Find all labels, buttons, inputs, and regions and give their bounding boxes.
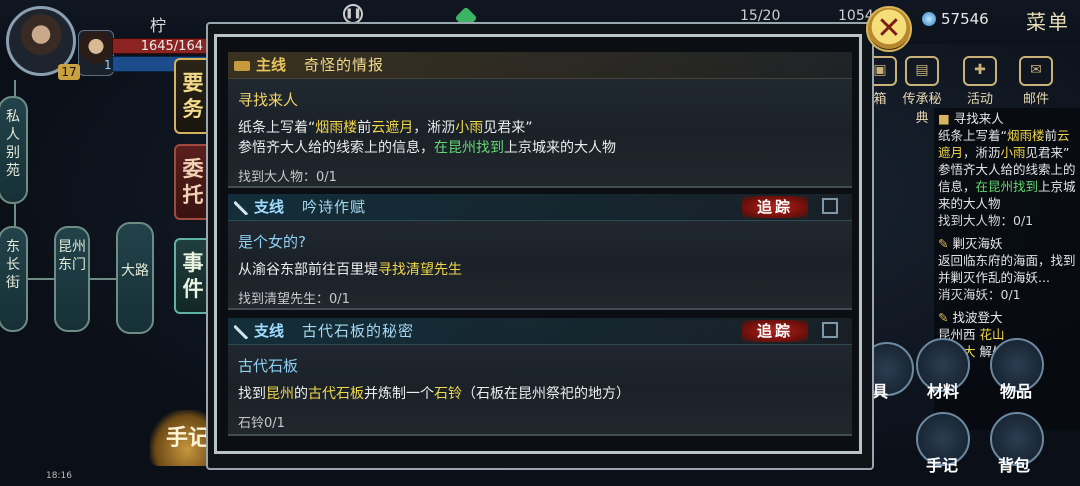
equipment-label: 具 xyxy=(872,382,889,401)
activity-button[interactable]: ✚ 活动 xyxy=(958,56,1002,107)
menu-button[interactable]: 菜单 xyxy=(1026,6,1070,35)
quest-progress: 找到清望先生：0/1 xyxy=(238,292,350,307)
map-path xyxy=(90,278,116,280)
desc-text: （石板在昆州祭祀的地方） xyxy=(462,386,630,402)
desc-text: 的 xyxy=(294,386,308,402)
desc-text: 上京城来的大人物 xyxy=(504,140,616,156)
player-name: 柠 xyxy=(150,16,167,35)
tracker-quest2-desc: 返回临东府的海面，找到并剿灭作乱的海妖... xyxy=(938,253,1076,285)
journal-round-label: 手记 xyxy=(926,456,959,475)
tr-text: 前 xyxy=(1044,128,1058,143)
desc-text: 找到 xyxy=(238,386,266,402)
quest-progress: 石铃0/1 xyxy=(238,416,285,431)
quest-description: 纸条上写着“烟雨楼前云遮月，淅沥小雨见君来” 参悟齐大人给的线索上的信息，在昆州找… xyxy=(238,118,842,158)
pause-icon[interactable]: ❚❚ xyxy=(343,4,363,24)
quest-name: 古代石板的秘密 xyxy=(302,322,415,340)
tr-hl: 小雨 xyxy=(1000,145,1026,160)
map-node-kunzhou-east-gate[interactable]: 昆州东门 xyxy=(54,226,90,332)
map-path xyxy=(14,204,16,228)
tracker-main-desc: 纸条上写着“烟雨楼前云遮月，淅沥小雨见君来” 参悟齐大人给的线索上的信息，在昆州找… xyxy=(934,127,1080,212)
close-icon: ✕ xyxy=(876,11,902,46)
mail-button[interactable]: ✉ 邮件 xyxy=(1014,56,1058,107)
book-icon: ▤ xyxy=(905,56,939,86)
desc-text: 从渝谷东部前往百里堤 xyxy=(238,262,378,278)
quest-step-title: 是个女的? xyxy=(238,233,306,251)
scroll-icon xyxy=(234,60,250,71)
feather-icon: ✎ xyxy=(938,310,953,325)
desc-text: 纸条上写着“ xyxy=(238,120,316,136)
quest-description: 从渝谷东部前往百里堤寻找清望先生 xyxy=(238,260,842,280)
status-time: 18:16 xyxy=(46,471,72,481)
feather-icon xyxy=(234,324,248,339)
quest-name: 奇怪的情报 xyxy=(304,56,385,74)
desc-highlight: 小雨 xyxy=(455,120,484,136)
scroll-icon: ■ xyxy=(938,111,954,126)
desc-text: 见君来” xyxy=(483,120,533,136)
activity-label: 活动 xyxy=(966,92,993,107)
desc-text: 前 xyxy=(357,120,372,136)
desc-text: ，淅沥 xyxy=(413,120,456,136)
quest-card-main[interactable]: 主线 奇怪的情报 寻找来人 纸条上写着“烟雨楼前云遮月，淅沥小雨见君来” 参悟齐大人… xyxy=(228,52,852,188)
desc-text: 参悟齐大人给的线索上的信息， xyxy=(238,140,434,156)
tracker-main-title[interactable]: ■ 寻找来人 xyxy=(934,110,1080,127)
desc-highlight: 古代石板 xyxy=(308,386,364,402)
desc-highlight: 烟雨楼 xyxy=(315,120,358,136)
tr-text: 见君来” xyxy=(1025,145,1070,160)
tracker-main-title-text: 寻找来人 xyxy=(953,111,1004,126)
quest-card-side-1[interactable]: 支线 吟诗作赋 追踪 是个女的? 从渝谷东部前往百里堤寻找清望先生 找到清望先生：… xyxy=(228,194,852,310)
hp-bar: 1645/164 xyxy=(112,38,208,54)
tr-hl: 花山 xyxy=(979,327,1005,342)
chest-label: 箱 xyxy=(873,92,887,107)
track-button[interactable]: 追踪 xyxy=(742,196,808,218)
quest-card-side-2[interactable]: 支线 古代石板的秘密 追踪 古代石板 找到昆州的古代石板并炼制一个石铃（石板在昆州… xyxy=(228,318,852,436)
tr-hl: 烟雨楼 xyxy=(1006,128,1045,143)
tracker-quest3-title-text: 找波登大 xyxy=(952,310,1003,325)
track-button[interactable]: 追踪 xyxy=(742,320,808,342)
gift-icon: ✚ xyxy=(963,56,997,86)
quest-kind: 主线 xyxy=(256,56,287,74)
tr-text: 纸条上写着“ xyxy=(938,128,1007,143)
map-node-east-street[interactable]: 东长街 xyxy=(0,226,28,332)
tracker-quest2-progress: 消灭海妖：0/1 xyxy=(938,287,1021,302)
backpack-label: 背包 xyxy=(998,456,1031,475)
map-node-main-road[interactable]: 大路 xyxy=(116,222,154,334)
mail-icon: ✉ xyxy=(1019,56,1053,86)
tracker-quest3-title[interactable]: ✎ 找波登大 xyxy=(934,309,1080,326)
track-checkbox[interactable] xyxy=(822,322,838,338)
close-button[interactable]: ✕ xyxy=(866,6,912,52)
gem-icon xyxy=(922,12,936,26)
tracker-main-progress: 找到大人物：0/1 xyxy=(938,213,1034,228)
items-label: 物品 xyxy=(1000,382,1033,401)
quest-card-header: 支线 古代石板的秘密 追踪 xyxy=(228,318,852,345)
track-checkbox[interactable] xyxy=(822,198,838,214)
gem-count: 57546 xyxy=(941,10,989,28)
quest-step-title: 古代石板 xyxy=(238,357,299,375)
tracker-quest2-title[interactable]: ✎ 剿灭海妖 xyxy=(934,235,1080,252)
mail-label: 邮件 xyxy=(1022,92,1049,107)
materials-label: 材料 xyxy=(927,382,960,401)
quest-name: 吟诗作赋 xyxy=(302,198,367,216)
quest-step-title: 寻找来人 xyxy=(238,91,299,109)
desc-highlight: 云遮月 xyxy=(371,120,414,136)
feather-icon xyxy=(234,200,248,215)
tr-text: ，淅沥 xyxy=(963,145,1001,160)
feather-icon: ✎ xyxy=(938,236,953,251)
quest-progress: 找到大人物：0/1 xyxy=(238,170,337,185)
desc-highlight: 昆州 xyxy=(266,386,294,402)
desc-highlight: 石铃 xyxy=(434,386,462,402)
quest-kind: 支线 xyxy=(254,322,285,340)
desc-highlight: 寻找清望先生 xyxy=(378,262,462,278)
desc-text: 并炼制一个 xyxy=(364,386,434,402)
player-level-badge: 17 xyxy=(58,64,80,80)
tracker-quest2-title-text: 剿灭海妖 xyxy=(952,236,1003,251)
map-path xyxy=(28,278,54,280)
quest-description: 找到昆州的古代石板并炼制一个石铃（石板在昆州祭祀的地方） xyxy=(238,384,842,404)
map-node-private-villa[interactable]: 私人别苑 xyxy=(0,96,28,204)
quest-kind: 支线 xyxy=(254,198,285,216)
journal-label: 手记 xyxy=(166,425,211,451)
quest-card-header: 主线 奇怪的情报 xyxy=(228,52,852,79)
tr-hl: 在昆州找到 xyxy=(975,179,1039,194)
quest-card-header: 支线 吟诗作赋 追踪 xyxy=(228,194,852,221)
desc-highlight: 在昆州找到 xyxy=(434,140,504,156)
